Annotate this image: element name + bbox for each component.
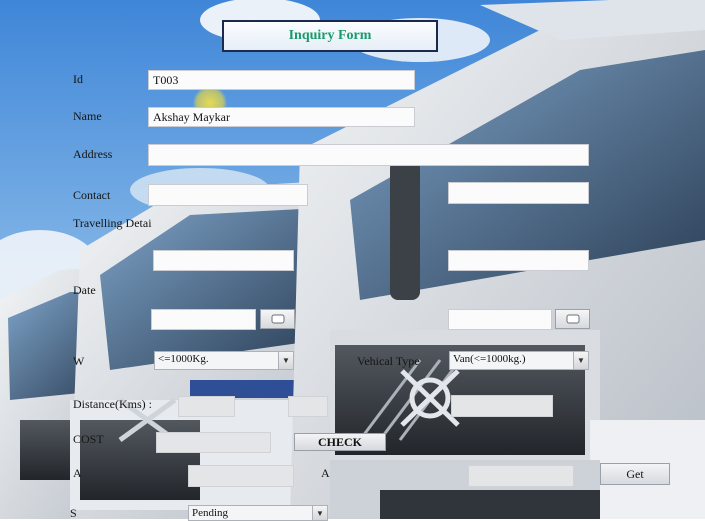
form-title: Inquiry Form bbox=[288, 28, 372, 43]
weight-select[interactable]: <=1000Kg. ▼ bbox=[154, 351, 294, 370]
distance-field[interactable] bbox=[178, 396, 235, 417]
address-label: Address bbox=[73, 147, 113, 161]
get-button[interactable]: Get bbox=[600, 463, 670, 485]
cost-label: COST bbox=[73, 432, 104, 446]
calendar-icon bbox=[271, 314, 284, 324]
row-a-label: A bbox=[73, 466, 82, 480]
chevron-down-icon: ▼ bbox=[573, 352, 588, 369]
weight-selected-value: <=1000Kg. bbox=[158, 353, 209, 365]
contact-field-1[interactable] bbox=[148, 184, 308, 206]
vehical-type-select[interactable]: Van(<=1000kg.) ▼ bbox=[449, 351, 589, 370]
calendar-button-2[interactable] bbox=[555, 309, 590, 329]
id-field[interactable]: T003 bbox=[148, 70, 415, 90]
form-title-box: Inquiry Form bbox=[222, 20, 438, 52]
calendar-icon bbox=[566, 314, 579, 324]
row-a-field[interactable] bbox=[188, 465, 294, 487]
date-field-2[interactable] bbox=[448, 309, 552, 330]
calendar-button-1[interactable] bbox=[260, 309, 295, 329]
chevron-down-icon: ▼ bbox=[312, 506, 327, 520]
date-label: Date bbox=[73, 283, 96, 297]
distance-extra-field[interactable] bbox=[451, 395, 553, 417]
vehical-type-selected-value: Van(<=1000kg.) bbox=[453, 353, 526, 365]
chevron-down-icon: ▼ bbox=[278, 352, 293, 369]
distance-field-2[interactable] bbox=[288, 396, 328, 417]
check-button[interactable]: CHECK bbox=[294, 433, 386, 451]
distance-label: Distance(Kms) : bbox=[73, 397, 152, 411]
contact-label: Contact bbox=[73, 188, 111, 202]
to-field[interactable] bbox=[448, 250, 589, 271]
row-a-field-2[interactable] bbox=[468, 465, 574, 487]
row-a-label-2: A bbox=[321, 466, 330, 480]
address-field[interactable] bbox=[148, 144, 589, 166]
id-label: Id bbox=[73, 72, 83, 86]
cost-field[interactable] bbox=[156, 432, 271, 453]
name-label: Name bbox=[73, 109, 102, 123]
travelling-details-label: Travelling Detai bbox=[73, 216, 152, 230]
weight-label: W bbox=[73, 354, 85, 368]
status-selected-value: Pending bbox=[192, 507, 229, 519]
from-field[interactable] bbox=[153, 250, 294, 271]
contact-field-2[interactable] bbox=[448, 182, 589, 204]
vehical-type-label: Vehical Type bbox=[357, 354, 420, 368]
date-field-1[interactable] bbox=[151, 309, 256, 330]
name-field[interactable]: Akshay Maykar bbox=[148, 107, 415, 127]
